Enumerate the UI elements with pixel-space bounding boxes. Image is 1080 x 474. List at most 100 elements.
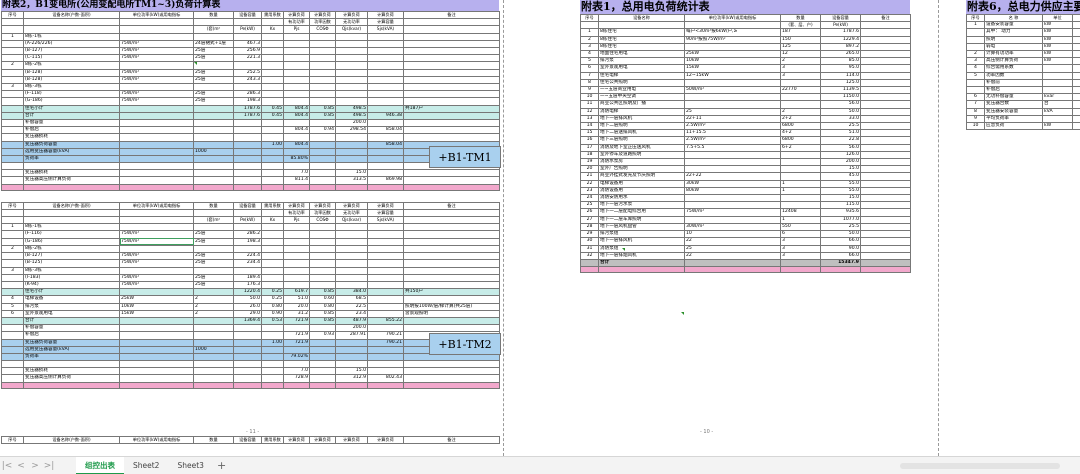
table-cell[interactable] xyxy=(119,183,194,191)
table-cell[interactable]: 25kW xyxy=(684,50,781,59)
table-cell[interactable] xyxy=(193,176,234,185)
table-cell[interactable]: 变压器负荷容量 xyxy=(23,338,120,347)
table-cell[interactable] xyxy=(367,75,404,85)
table-cell[interactable] xyxy=(403,324,500,333)
table-cell[interactable] xyxy=(1,273,24,282)
table-cell[interactable] xyxy=(403,39,500,49)
prev-sheet-button[interactable]: < xyxy=(14,461,28,471)
table-cell[interactable]: 无功补偿容量 xyxy=(984,93,1043,102)
table-cell[interactable]: 地下二层照明 xyxy=(598,122,685,131)
table-cell[interactable] xyxy=(335,155,368,164)
table-cell[interactable]: 补偿后 xyxy=(984,86,1043,95)
table-cell[interactable]: 2 xyxy=(1,61,24,70)
table-cell[interactable] xyxy=(860,28,911,37)
table-cell[interactable]: 变压器损耗 xyxy=(23,169,120,178)
table-cell[interactable] xyxy=(367,47,404,56)
table-cell[interactable]: 234.4 xyxy=(233,259,262,268)
table-cell[interactable] xyxy=(335,183,368,191)
table-cell[interactable] xyxy=(860,150,911,160)
table-cell[interactable]: 1.00 xyxy=(261,140,284,149)
table-cell[interactable]: 8栋-3栋 xyxy=(23,266,120,275)
table-cell[interactable] xyxy=(335,252,368,261)
table-cell[interactable]: 17 xyxy=(580,143,599,152)
table-cell[interactable] xyxy=(1,111,24,121)
table-cell[interactable]: 25层 xyxy=(193,68,234,77)
table-cell[interactable]: 补偿容量 xyxy=(23,324,120,333)
table-cell[interactable]: 地下一层排烟风机 xyxy=(598,251,685,260)
table-cell[interactable] xyxy=(233,266,262,275)
table-cell[interactable] xyxy=(403,252,500,261)
table-cell[interactable] xyxy=(119,32,194,41)
table-cell[interactable]: 5 xyxy=(1,302,24,311)
table-cell[interactable] xyxy=(119,147,194,157)
table-cell[interactable] xyxy=(403,273,500,282)
table-cell[interactable] xyxy=(309,230,336,239)
table-cell[interactable] xyxy=(367,266,404,275)
table-cell[interactable] xyxy=(1,47,24,56)
table-cell[interactable] xyxy=(1,230,24,239)
table-cell[interactable] xyxy=(335,230,368,239)
table-cell[interactable]: 平均负荷率 xyxy=(984,114,1043,124)
table-cell[interactable]: 3 xyxy=(1,83,24,92)
table-cell[interactable] xyxy=(335,68,368,77)
table-cell[interactable] xyxy=(283,223,310,232)
table-cell[interactable]: 25kW xyxy=(119,295,194,304)
table-cell[interactable] xyxy=(283,345,310,354)
table-cell[interactable] xyxy=(403,295,500,304)
table-cell[interactable] xyxy=(261,273,284,282)
table-cell[interactable]: 每户<30m²按6kW/户,≥ xyxy=(684,28,781,37)
table-cell[interactable]: 9 xyxy=(580,86,599,95)
table-cell[interactable]: 804.4 xyxy=(283,140,310,149)
table-cell[interactable]: 12~15kW xyxy=(684,71,781,80)
table-cell[interactable] xyxy=(335,32,368,41)
table-cell[interactable] xyxy=(261,244,284,254)
table-cell[interactable]: 地下二层送排风机 xyxy=(598,129,685,138)
table-cell[interactable] xyxy=(403,266,500,275)
table-cell[interactable] xyxy=(684,42,781,52)
table-cell[interactable]: 25层 xyxy=(193,75,234,85)
table-cell[interactable] xyxy=(1,324,24,333)
table-cell[interactable] xyxy=(860,194,911,203)
table-cell[interactable]: 802.43 xyxy=(367,374,404,383)
table-cell[interactable]: 7.0 xyxy=(283,169,310,178)
table-cell[interactable] xyxy=(261,374,284,383)
table-cell[interactable]: 地下一二层车库照明 xyxy=(598,215,685,224)
table-cell[interactable]: 负荷率 xyxy=(23,352,120,362)
table-cell[interactable] xyxy=(367,54,404,63)
table-cell[interactable]: 15.0 xyxy=(335,169,368,178)
table-cell[interactable] xyxy=(860,42,911,52)
table-cell[interactable] xyxy=(860,215,911,224)
comment-marker[interactable] xyxy=(681,312,684,315)
table-cell[interactable]: 16 xyxy=(580,136,599,145)
table-cell[interactable] xyxy=(1,316,24,326)
table-cell[interactable] xyxy=(860,179,911,188)
table-cell[interactable] xyxy=(367,32,404,41)
table-cell[interactable] xyxy=(1042,114,1073,124)
table-cell[interactable]: 住宅公共照明 xyxy=(598,78,685,88)
table-cell[interactable] xyxy=(780,158,821,167)
table-cell[interactable]: 1229.4 xyxy=(820,35,861,44)
table-cell[interactable]: 10 xyxy=(580,93,599,102)
table-cell[interactable]: 8栋-2栋 xyxy=(23,244,120,254)
table-cell[interactable] xyxy=(860,201,911,210)
table-cell[interactable]: 858.04 xyxy=(367,140,404,149)
table-cell[interactable]: 1 xyxy=(1,223,24,232)
table-cell[interactable]: 25层 xyxy=(193,47,234,56)
table-cell[interactable] xyxy=(193,140,234,149)
table-cell[interactable] xyxy=(233,244,262,254)
table-cell[interactable]: 150 xyxy=(780,35,821,44)
table-cell[interactable] xyxy=(684,266,781,274)
table-cell[interactable] xyxy=(261,126,284,135)
table-cell[interactable] xyxy=(860,93,911,102)
table-cell[interactable] xyxy=(367,104,404,113)
table-cell[interactable] xyxy=(367,97,404,106)
table-cell[interactable] xyxy=(193,374,234,383)
table-cell[interactable]: 25.5 xyxy=(820,122,861,131)
table-cell[interactable] xyxy=(860,143,911,152)
table-cell[interactable]: 一~五层中央空调 xyxy=(598,93,685,102)
table-cell[interactable] xyxy=(309,367,336,376)
table-cell[interactable] xyxy=(119,133,194,142)
table-cell[interactable] xyxy=(309,90,336,99)
table-cell[interactable]: 90.0 xyxy=(820,244,861,253)
table-cell[interactable]: 含景观照明 xyxy=(403,309,500,318)
